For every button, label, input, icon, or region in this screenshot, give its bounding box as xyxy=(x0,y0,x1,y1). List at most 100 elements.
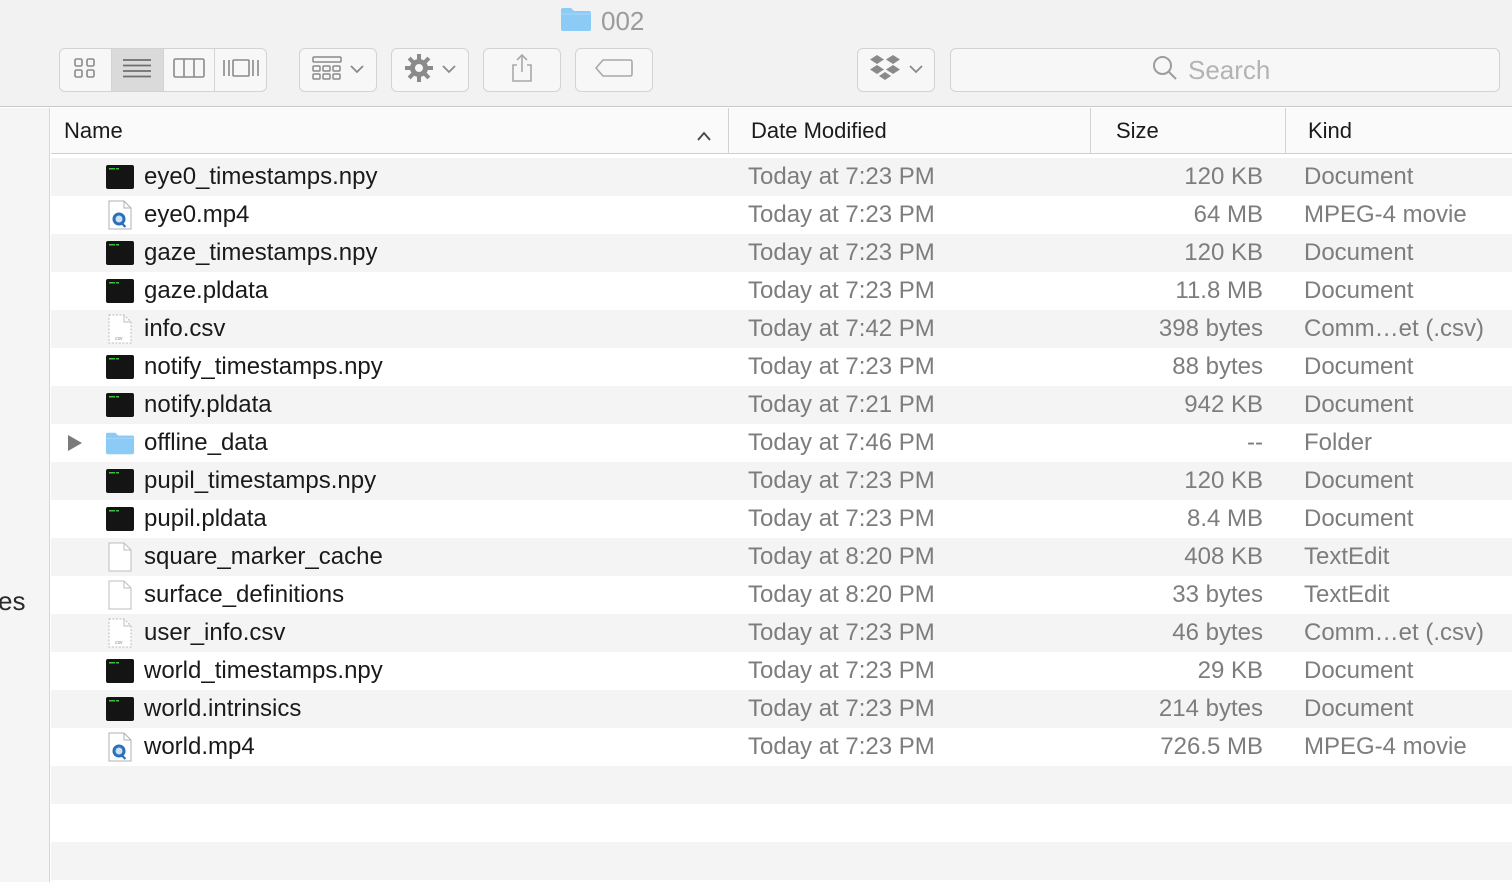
window-title-text: 002 xyxy=(601,5,645,36)
exec-doc-icon xyxy=(105,353,135,381)
share-icon xyxy=(510,53,534,88)
file-row[interactable]: eye0_timestamps.npy Today at 7:23 PM 120 K… xyxy=(51,158,1512,196)
dropbox-button[interactable] xyxy=(857,48,935,92)
file-row[interactable]: surface_definitions Today at 8:20 PM 33 by… xyxy=(51,576,1512,614)
file-size: 120 KB xyxy=(1184,467,1263,494)
file-date-modified: Today at 8:20 PM xyxy=(748,581,935,608)
file-row[interactable]: pupil_timestamps.npy Today at 7:23 PM 120 … xyxy=(51,462,1512,500)
view-mode-selector xyxy=(59,48,267,92)
file-date-modified: Today at 7:23 PM xyxy=(748,505,935,532)
file-kind: Document xyxy=(1304,391,1414,418)
file-date-modified: Today at 7:23 PM xyxy=(748,239,935,266)
file-name: surface_definitions xyxy=(144,581,345,608)
exec-doc-icon xyxy=(105,391,135,419)
file-kind: Document xyxy=(1304,695,1414,722)
file-size: 398 bytes xyxy=(1158,315,1263,342)
file-date-modified: Today at 7:23 PM xyxy=(748,657,935,684)
file-size: -- xyxy=(1247,429,1263,456)
exec-doc-icon xyxy=(105,657,135,685)
disclosure-triangle-icon[interactable] xyxy=(68,435,82,451)
group-by-button[interactable] xyxy=(299,48,377,92)
file-row[interactable]: square_marker_cache Today at 8:20 PM 408 K… xyxy=(51,538,1512,576)
file-date-modified: Today at 7:46 PM xyxy=(748,429,935,456)
list-icon xyxy=(122,57,152,84)
file-date-modified: Today at 7:23 PM xyxy=(748,277,935,304)
file-size: 120 KB xyxy=(1184,239,1263,266)
file-row[interactable]: world_timestamps.npy Today at 7:23 PM 29 K… xyxy=(51,652,1512,690)
empty-row xyxy=(51,842,1512,880)
gear-icon xyxy=(404,53,434,88)
csv-file-icon: csv xyxy=(105,618,135,648)
chevron-down-icon xyxy=(442,61,456,79)
file-name: user_info.csv xyxy=(144,619,286,646)
exec-doc-icon xyxy=(105,505,135,533)
file-name: pupil.pldata xyxy=(144,505,267,532)
file-size: 64 MB xyxy=(1193,201,1263,228)
file-name: notify.pldata xyxy=(144,391,272,418)
icon-view-button[interactable] xyxy=(60,49,112,91)
file-row[interactable]: eye0.mp4 Today at 7:23 PM 64 MB MPEG-4 movi… xyxy=(51,196,1512,234)
file-kind: MPEG-4 movie xyxy=(1304,733,1467,760)
group-grid-icon xyxy=(312,55,342,85)
toolbar: 002 xyxy=(0,0,1512,107)
file-row[interactable]: gaze.pldata Today at 7:23 PM 11.8 MB Docume… xyxy=(51,272,1512,310)
file-kind: Document xyxy=(1304,505,1414,532)
column-view-button[interactable] xyxy=(164,49,216,91)
movie-file-icon xyxy=(105,200,135,230)
column-header-kind[interactable]: Kind xyxy=(1285,107,1512,154)
file-row[interactable]: csv info.csv Today at 7:42 PM 398 bytes Comm… xyxy=(51,310,1512,348)
list-view-button[interactable] xyxy=(111,49,164,91)
file-date-modified: Today at 7:23 PM xyxy=(748,619,935,646)
column-header-name[interactable]: Name xyxy=(51,108,728,154)
file-kind: Document xyxy=(1304,657,1414,684)
file-kind: Folder xyxy=(1304,429,1373,456)
column-header-kind-label: Kind xyxy=(1308,117,1353,143)
tag-button[interactable] xyxy=(575,48,653,92)
share-button[interactable] xyxy=(483,48,561,92)
sidebar-item-label[interactable]: es xyxy=(0,586,25,617)
column-header-name-label: Name xyxy=(64,117,123,143)
exec-doc-icon xyxy=(105,277,135,305)
file-name: notify_timestamps.npy xyxy=(144,353,383,380)
svg-text:csv: csv xyxy=(115,640,123,646)
file-row[interactable]: notify_timestamps.npy Today at 7:23 PM 88 … xyxy=(51,348,1512,386)
file-name: world.intrinsics xyxy=(144,695,302,722)
file-date-modified: Today at 7:23 PM xyxy=(748,163,935,190)
column-header-size-label: Size xyxy=(1116,117,1159,143)
file-row[interactable]: gaze_timestamps.npy Today at 7:23 PM 120 K… xyxy=(51,234,1512,272)
file-row[interactable]: world.mp4 Today at 7:23 PM 726.5 MB MPEG-4 … xyxy=(51,728,1512,766)
file-size: 726.5 MB xyxy=(1160,733,1263,760)
gallery-view-button[interactable] xyxy=(215,49,266,91)
column-header-size[interactable]: Size xyxy=(1090,107,1285,154)
file-name: square_marker_cache xyxy=(144,543,383,570)
file-size: 408 KB xyxy=(1184,543,1263,570)
file-name: offline_data xyxy=(144,429,268,456)
empty-row xyxy=(51,766,1512,804)
file-name: pupil_timestamps.npy xyxy=(144,467,377,494)
file-row[interactable]: csv user_info.csv Today at 7:23 PM 46 bytes… xyxy=(51,614,1512,652)
file-size: 942 KB xyxy=(1184,391,1263,418)
column-header-date-modified[interactable]: Date Modified xyxy=(728,107,1090,154)
file-size: 214 bytes xyxy=(1158,695,1263,722)
file-row[interactable]: world.intrinsics Today at 7:23 PM 214 byte… xyxy=(51,690,1512,728)
file-date-modified: Today at 7:23 PM xyxy=(748,695,935,722)
file-date-modified: Today at 7:23 PM xyxy=(748,467,935,494)
gallery-icon xyxy=(222,57,260,84)
search-field[interactable] xyxy=(950,48,1500,92)
file-date-modified: Today at 7:23 PM xyxy=(748,201,935,228)
file-date-modified: Today at 7:23 PM xyxy=(748,733,935,760)
file-size: 11.8 MB xyxy=(1175,277,1263,304)
file-kind: Document xyxy=(1304,239,1414,266)
file-kind: Comm…et (.csv) xyxy=(1304,315,1484,342)
search-input[interactable] xyxy=(1188,54,1298,86)
action-menu-button[interactable] xyxy=(391,48,469,92)
folder-icon xyxy=(105,429,135,457)
tag-icon xyxy=(594,58,634,83)
file-row[interactable]: offline_data Today at 7:46 PM -- Folder xyxy=(51,424,1512,462)
file-rows: eye0_timestamps.npy Today at 7:23 PM 120 K… xyxy=(51,158,1512,880)
window-title: 002 xyxy=(560,4,644,38)
file-row[interactable]: notify.pldata Today at 7:21 PM 942 KB Docum… xyxy=(51,386,1512,424)
file-kind: TextEdit xyxy=(1304,581,1390,608)
exec-doc-icon xyxy=(105,163,135,191)
file-row[interactable]: pupil.pldata Today at 7:23 PM 8.4 MB Docume… xyxy=(51,500,1512,538)
